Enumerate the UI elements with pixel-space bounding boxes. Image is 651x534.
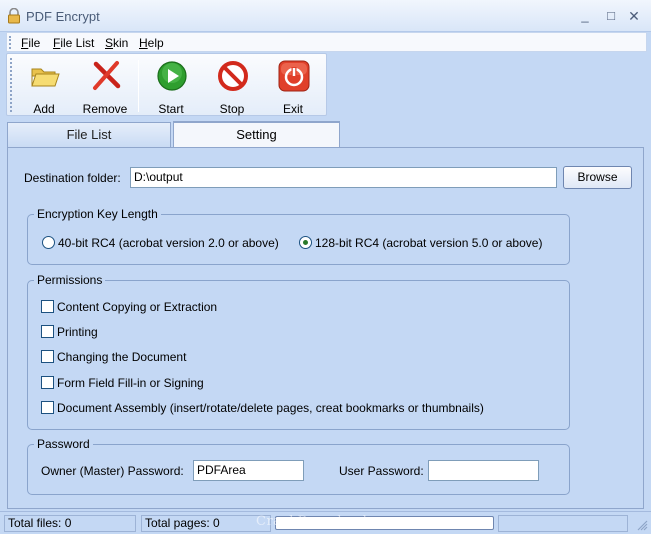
- destination-folder-label: Destination folder:: [24, 171, 121, 185]
- checkbox-document-assembly[interactable]: [41, 401, 54, 414]
- remove-button[interactable]: Remove: [76, 56, 134, 116]
- permissions-group-title: Permissions: [34, 273, 106, 287]
- user-password-label: User Password:: [339, 464, 424, 478]
- setting-panel: Destination folder: D:\output Browse Enc…: [7, 147, 644, 509]
- red-x-icon: [93, 61, 121, 90]
- open-folder-icon: [31, 68, 60, 87]
- toolbar: Add Remove Start Stop Exit: [6, 53, 327, 116]
- minimize-button[interactable]: _: [576, 7, 594, 25]
- checkbox-form-field-fill[interactable]: [41, 376, 54, 389]
- user-password-input[interactable]: [428, 460, 539, 481]
- menu-file-list-label: ile List: [60, 36, 95, 50]
- menu-help[interactable]: Help: [139, 36, 164, 50]
- checkbox-document-assembly-label: Document Assembly (insert/rotate/delete …: [57, 401, 484, 415]
- owner-password-input[interactable]: PDFArea: [193, 460, 304, 481]
- checkbox-content-copying-label: Content Copying or Extraction: [57, 300, 218, 314]
- status-empty-cell: [498, 515, 628, 532]
- tab-file-list[interactable]: File List: [7, 122, 171, 148]
- toolbar-separator: [138, 60, 139, 112]
- tab-setting[interactable]: Setting: [173, 121, 340, 148]
- close-button[interactable]: ✕: [625, 7, 643, 25]
- add-label: Add: [33, 102, 55, 116]
- checkbox-printing[interactable]: [41, 325, 54, 338]
- encryption-key-length-group: Encryption Key Length 40-bit RC4 (acroba…: [27, 207, 570, 265]
- status-total-files: Total files: 0: [4, 515, 136, 532]
- remove-label: Remove: [82, 102, 128, 116]
- menu-file-label: ile: [28, 36, 41, 50]
- permissions-group: Permissions Content Copying or Extractio…: [27, 273, 570, 430]
- encryption-group-title: Encryption Key Length: [34, 207, 161, 221]
- watermark-text: CrackDownload.com: [256, 514, 401, 529]
- radio-40-bit-label: 40-bit RC4 (acrobat version 2.0 or above…: [58, 236, 279, 250]
- browse-button[interactable]: Browse: [563, 166, 632, 189]
- radio-128-bit-label: 128-bit RC4 (acrobat version 5.0 or abov…: [315, 236, 543, 250]
- start-button[interactable]: Start: [142, 56, 200, 116]
- menu-skin[interactable]: Skin: [105, 36, 128, 50]
- destination-folder-input[interactable]: D:\output: [130, 167, 557, 188]
- password-group: Password Owner (Master) Password: PDFAre…: [27, 437, 570, 495]
- play-icon: [157, 61, 187, 91]
- menu-bar: File File List Skin Help: [6, 32, 647, 52]
- radio-128-bit[interactable]: [299, 236, 312, 249]
- owner-password-label: Owner (Master) Password:: [41, 464, 184, 478]
- menu-file-list[interactable]: File List: [53, 36, 94, 50]
- checkbox-form-field-fill-label: Form Field Fill-in or Signing: [57, 376, 204, 390]
- maximize-button[interactable]: □: [602, 7, 620, 25]
- stop-button[interactable]: Stop: [203, 56, 261, 116]
- add-button[interactable]: Add: [15, 56, 73, 116]
- checkbox-changing-document[interactable]: [41, 350, 54, 363]
- stop-label: Stop: [219, 102, 245, 116]
- title-bar: PDF Encrypt _ □ ✕: [0, 0, 651, 32]
- resize-grip-icon[interactable]: [636, 519, 648, 531]
- menu-help-accelerator: H: [139, 36, 148, 50]
- exit-label: Exit: [282, 102, 303, 116]
- menu-skin-label: kin: [113, 36, 129, 50]
- menu-skin-accelerator: S: [105, 36, 114, 50]
- window-title: PDF Encrypt: [26, 9, 100, 24]
- menu-help-label: elp: [147, 36, 164, 50]
- exit-button[interactable]: Exit: [264, 56, 322, 116]
- checkbox-content-copying[interactable]: [41, 300, 54, 313]
- menu-grip[interactable]: [9, 36, 12, 49]
- stop-icon: [218, 61, 248, 91]
- radio-40-bit[interactable]: [42, 236, 55, 249]
- status-total-pages: Total pages: 0: [141, 515, 271, 532]
- password-group-title: Password: [34, 437, 93, 451]
- start-label: Start: [158, 102, 184, 116]
- checkbox-changing-document-label: Changing the Document: [57, 350, 187, 364]
- toolbar-grip[interactable]: [10, 58, 13, 112]
- power-icon: [278, 60, 310, 92]
- checkbox-printing-label: Printing: [57, 325, 98, 339]
- menu-file[interactable]: File: [21, 36, 40, 50]
- lock-icon: [8, 8, 20, 24]
